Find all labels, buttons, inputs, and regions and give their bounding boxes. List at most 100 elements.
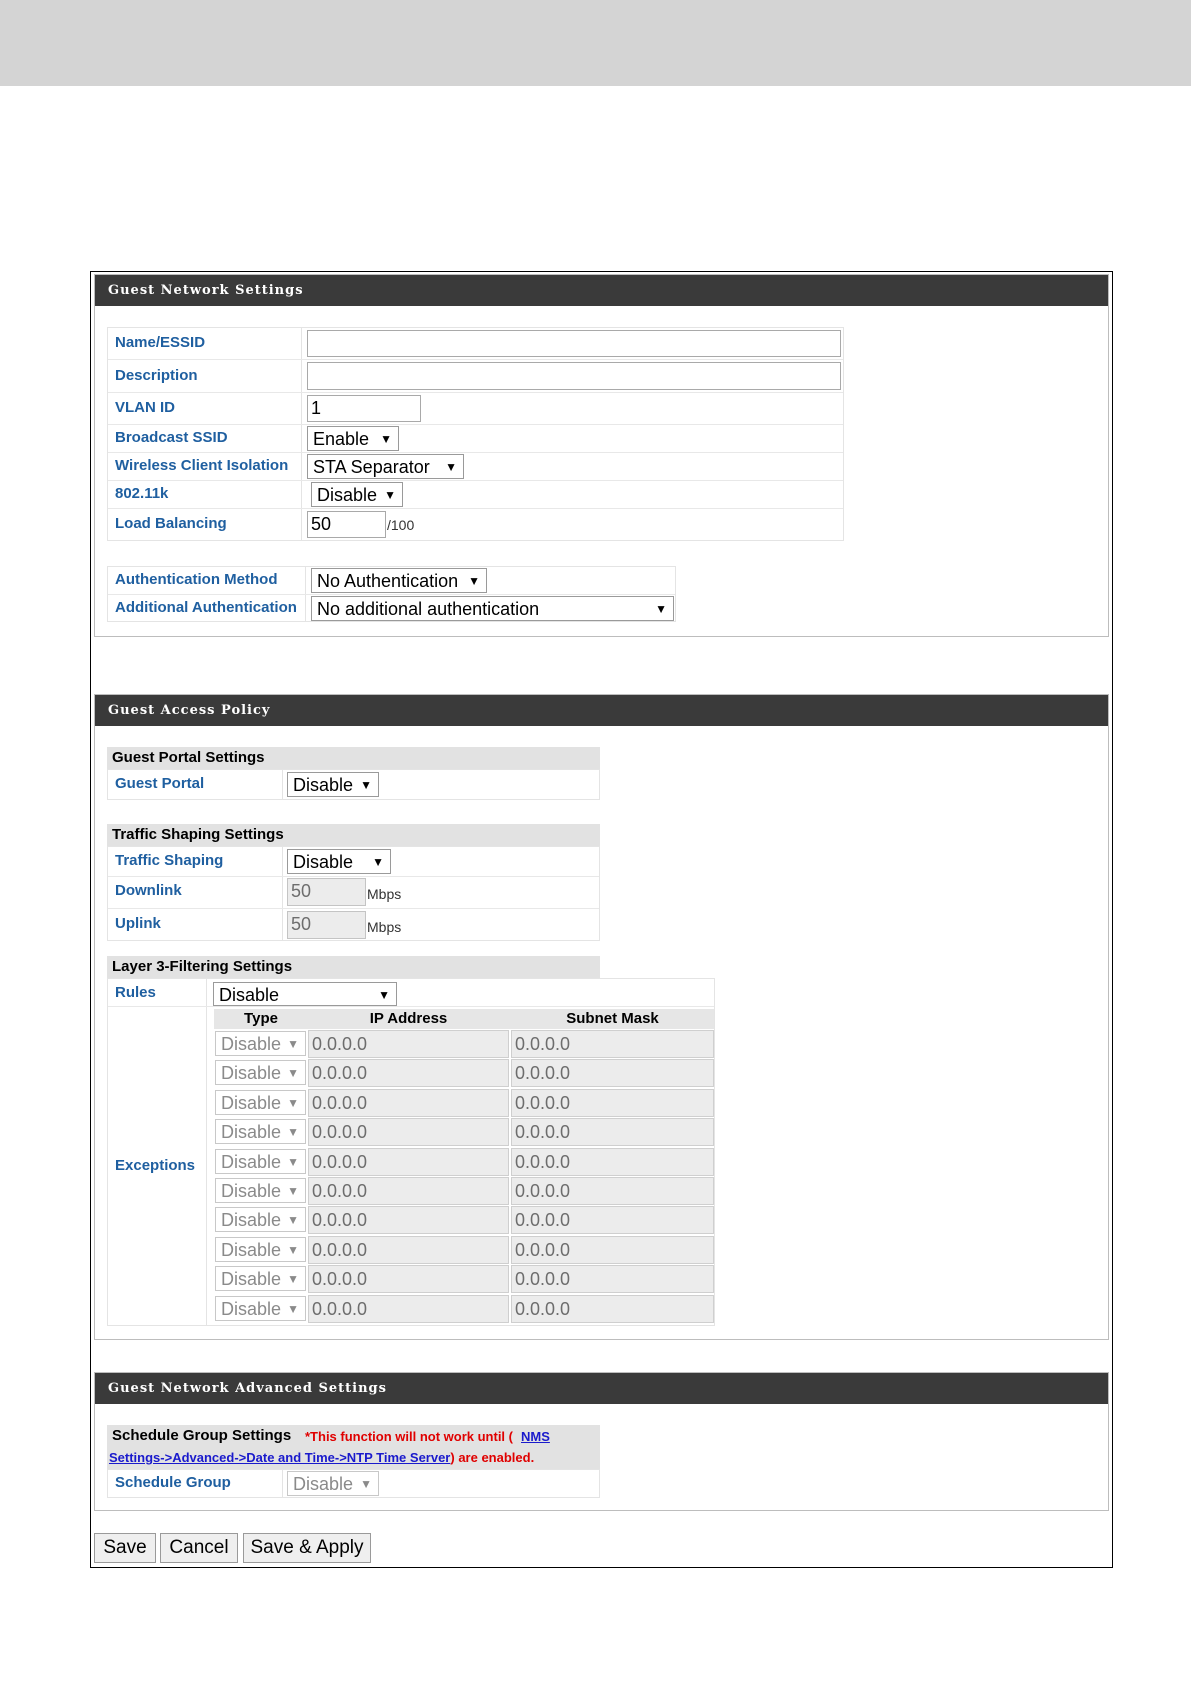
save-apply-button[interactable]: Save & Apply (243, 1533, 371, 1563)
exception-ip-address-field[interactable]: 0.0.0.0 (308, 1148, 509, 1176)
name-essid-field[interactable] (307, 330, 841, 357)
traffic-shaping-header: Traffic Shaping Settings (107, 824, 600, 846)
chevron-down-icon: ▼ (287, 1125, 299, 1139)
exception-subnet-mask-field[interactable]: 0.0.0.0 (511, 1148, 714, 1176)
additional-authentication-select[interactable]: No additional authentication ▼ (311, 596, 674, 621)
exception-ip-address-field[interactable]: 0.0.0.0 (308, 1089, 509, 1117)
exception-type-select[interactable]: Disable ▼ (215, 1149, 306, 1174)
chevron-down-icon: ▼ (378, 988, 390, 1002)
guest-portal-header: Guest Portal Settings (107, 747, 600, 769)
load-balancing-label: Load Balancing (115, 515, 227, 532)
wireless-client-isolation-label: Wireless Client Isolation (115, 457, 289, 474)
authentication-method-select[interactable]: No Authentication ▼ (311, 568, 487, 593)
description-field[interactable] (307, 362, 841, 390)
page-header-band (0, 0, 1191, 86)
exception-subnet-mask-field[interactable]: 0.0.0.0 (511, 1265, 714, 1293)
traffic-shaping-label: Traffic Shaping (115, 852, 224, 869)
exception-subnet-mask-field[interactable]: 0.0.0.0 (511, 1236, 714, 1264)
exception-type-select[interactable]: Disable ▼ (215, 1090, 306, 1115)
column-header-type: Type (244, 1010, 278, 1027)
column-header-ip-address: IP Address (369, 1010, 448, 1027)
guest-portal-label: Guest Portal (115, 775, 205, 792)
load-balancing-suffix: /100 (387, 517, 415, 533)
chevron-down-icon: ▼ (287, 1213, 299, 1227)
exception-ip-address-field[interactable]: 0.0.0.0 (308, 1030, 509, 1058)
uplink-label: Uplink (115, 915, 161, 932)
exception-ip-address-field[interactable]: 0.0.0.0 (308, 1265, 509, 1293)
authentication-method-label: Authentication Method (115, 571, 278, 588)
broadcast-ssid-select[interactable]: Enable ▼ (307, 426, 399, 451)
chevron-down-icon: ▼ (287, 1037, 299, 1051)
ntp-time-server-link[interactable]: Settings->Advanced->Date and Time->NTP T… (109, 1450, 450, 1465)
dot11k-select[interactable]: Disable ▼ (311, 482, 403, 507)
exception-type-select[interactable]: Disable ▼ (215, 1266, 306, 1291)
exception-ip-address-field[interactable]: 0.0.0.0 (308, 1118, 509, 1146)
downlink-field[interactable]: 50 (287, 878, 366, 906)
exception-type-select[interactable]: Disable ▼ (215, 1207, 306, 1232)
exception-subnet-mask-field[interactable]: 0.0.0.0 (511, 1118, 714, 1146)
traffic-shaping-select[interactable]: Disable ▼ (287, 849, 391, 874)
broadcast-ssid-label: Broadcast SSID (115, 429, 228, 446)
exception-type-select[interactable]: Disable ▼ (215, 1178, 306, 1203)
nms-settings-link[interactable]: NMS (521, 1428, 550, 1446)
exception-subnet-mask-field[interactable]: 0.0.0.0 (511, 1059, 714, 1087)
chevron-down-icon: ▼ (287, 1155, 299, 1169)
panel-title: Guest Network Advanced Settings (95, 1373, 1108, 1404)
cancel-button[interactable]: Cancel (160, 1533, 238, 1563)
exception-subnet-mask-field[interactable]: 0.0.0.0 (511, 1177, 714, 1205)
chevron-down-icon: ▼ (287, 1066, 299, 1080)
exception-subnet-mask-field[interactable]: 0.0.0.0 (511, 1206, 714, 1234)
chevron-down-icon: ▼ (468, 574, 480, 588)
exception-type-select[interactable]: Disable ▼ (215, 1031, 306, 1056)
exceptions-label: Exceptions (115, 1157, 196, 1174)
description-label: Description (115, 367, 198, 384)
chevron-down-icon: ▼ (287, 1302, 299, 1316)
uplink-unit: Mbps (367, 919, 402, 935)
schedule-group-label: Schedule Group (115, 1474, 231, 1491)
additional-authentication-label: Additional Authentication (115, 599, 297, 616)
exception-type-select[interactable]: Disable ▼ (215, 1060, 306, 1085)
panel-title: Guest Network Settings (95, 275, 1108, 306)
exception-type-select[interactable]: Disable ▼ (215, 1296, 306, 1321)
schedule-group-settings-title: Schedule Group Settings (112, 1427, 292, 1444)
exception-type-select[interactable]: Disable ▼ (215, 1237, 306, 1262)
save-button[interactable]: Save (94, 1533, 156, 1563)
downlink-label: Downlink (115, 882, 182, 899)
chevron-down-icon: ▼ (384, 488, 396, 502)
exception-subnet-mask-field[interactable]: 0.0.0.0 (511, 1295, 714, 1323)
exception-ip-address-field[interactable]: 0.0.0.0 (308, 1295, 509, 1323)
exception-ip-address-field[interactable]: 0.0.0.0 (308, 1177, 509, 1205)
schedule-group-select[interactable]: Disable ▼ (287, 1471, 379, 1496)
column-header-subnet-mask: Subnet Mask (566, 1010, 659, 1027)
wireless-client-isolation-select[interactable]: STA Separator ▼ (307, 454, 464, 479)
uplink-field[interactable]: 50 (287, 911, 366, 939)
exception-subnet-mask-field[interactable]: 0.0.0.0 (511, 1089, 714, 1117)
chevron-down-icon: ▼ (287, 1096, 299, 1110)
exception-subnet-mask-field[interactable]: 0.0.0.0 (511, 1030, 714, 1058)
name-essid-label: Name/ESSID (115, 334, 206, 351)
chevron-down-icon: ▼ (360, 778, 372, 792)
exception-ip-address-field[interactable]: 0.0.0.0 (308, 1236, 509, 1264)
chevron-down-icon: ▼ (287, 1184, 299, 1198)
chevron-down-icon: ▼ (445, 460, 457, 474)
schedule-warning-suffix: ) are enabled. (450, 1450, 535, 1465)
vlan-id-label: VLAN ID (115, 399, 175, 416)
guest-portal-select[interactable]: Disable ▼ (287, 772, 379, 797)
chevron-down-icon: ▼ (287, 1272, 299, 1286)
dot11k-label: 802.11k (115, 485, 169, 502)
vlan-id-field[interactable]: 1 (307, 395, 421, 422)
exception-ip-address-field[interactable]: 0.0.0.0 (308, 1059, 509, 1087)
chevron-down-icon: ▼ (655, 602, 667, 616)
schedule-warning-prefix: *This function will not work until ( (305, 1429, 513, 1444)
chevron-down-icon: ▼ (287, 1243, 299, 1257)
schedule-warning-line-2: Settings->Advanced->Date and Time->NTP T… (109, 1449, 534, 1467)
exception-type-select[interactable]: Disable ▼ (215, 1119, 306, 1144)
downlink-unit: Mbps (367, 886, 402, 902)
chevron-down-icon: ▼ (360, 1477, 372, 1491)
load-balancing-field[interactable]: 50 (307, 511, 386, 538)
rules-label: Rules (115, 984, 156, 1001)
panel-title: Guest Access Policy (95, 695, 1108, 726)
exception-ip-address-field[interactable]: 0.0.0.0 (308, 1206, 509, 1234)
chevron-down-icon: ▼ (380, 432, 392, 446)
rules-select[interactable]: Disable ▼ (213, 982, 397, 1006)
